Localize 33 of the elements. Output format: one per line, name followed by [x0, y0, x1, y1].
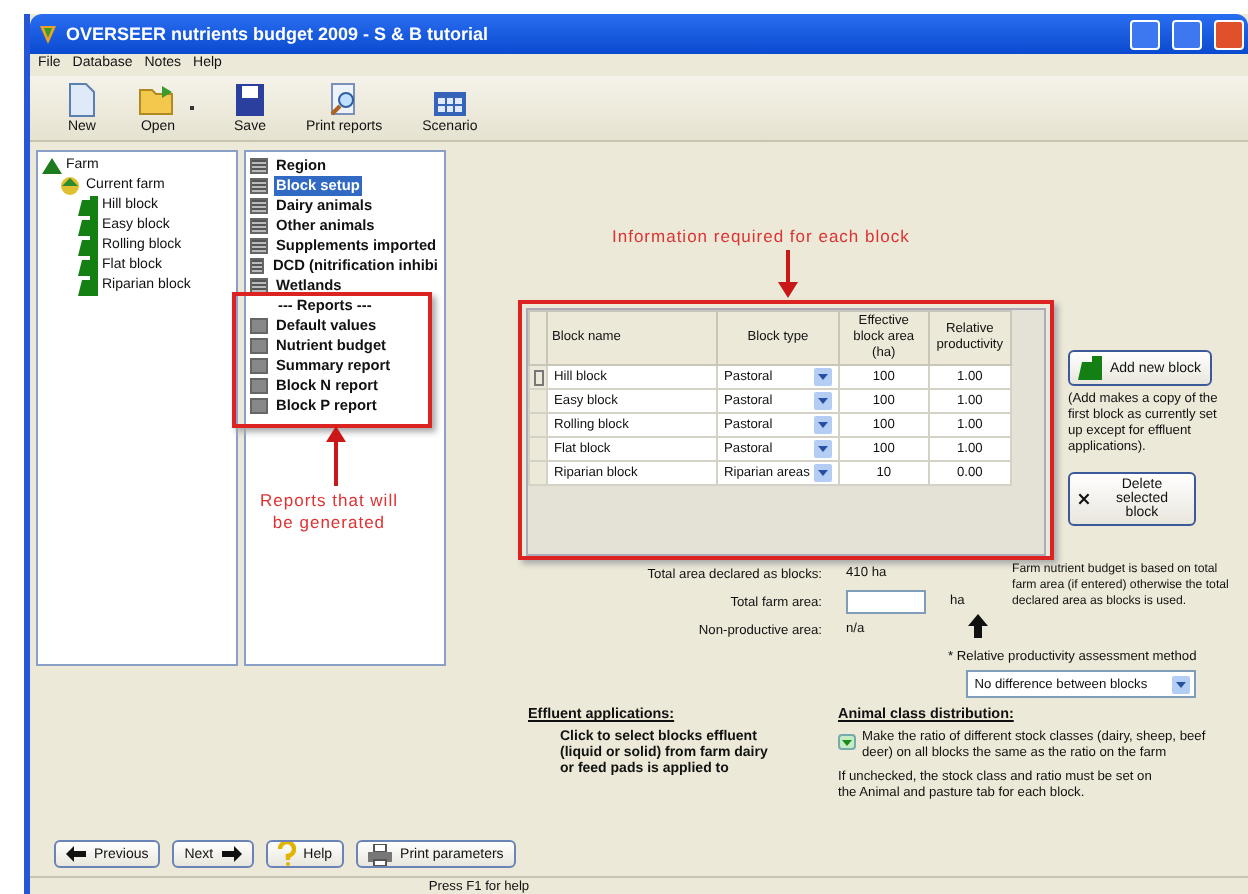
chevron-down-icon — [813, 464, 832, 482]
farm-area-field[interactable] — [846, 590, 926, 614]
close-button[interactable] — [1214, 19, 1244, 49]
window-title: OVERSEER nutrients budget 2009 - S & B tutorial — [66, 24, 491, 44]
down-arrow-icon — [778, 250, 798, 298]
chevron-down-icon — [1172, 675, 1191, 693]
chevron-down-icon — [813, 416, 832, 434]
question-mark-icon — [277, 842, 296, 866]
close-icon — [1078, 490, 1090, 508]
new-file-icon — [66, 82, 98, 118]
up-arrow-icon — [968, 614, 988, 638]
farm-icon — [60, 176, 82, 196]
checkbox[interactable] — [838, 734, 856, 750]
grid-window-icon — [431, 90, 468, 118]
printer-icon — [368, 843, 393, 865]
annotation-text: Reports that will be generated — [260, 490, 398, 534]
folder-icon — [138, 82, 178, 118]
block-icon — [1078, 356, 1102, 380]
row-header[interactable] — [529, 365, 547, 389]
minimize-button[interactable] — [1130, 19, 1160, 49]
check-icon — [842, 739, 852, 745]
right-arrow-icon — [221, 846, 242, 862]
chevron-down-icon — [813, 440, 832, 458]
maximize-button[interactable] — [1172, 19, 1202, 49]
chevron-down-icon — [813, 368, 832, 386]
annotation-text: Information required for each block — [612, 226, 910, 248]
row-pointer-icon — [533, 369, 543, 385]
chevron-down-icon — [813, 392, 832, 410]
hill-icon — [42, 158, 62, 174]
left-arrow-icon — [66, 846, 86, 862]
magnifier-page-icon — [328, 82, 361, 118]
up-arrow-icon — [326, 426, 346, 486]
app-logo-icon — [38, 23, 58, 45]
